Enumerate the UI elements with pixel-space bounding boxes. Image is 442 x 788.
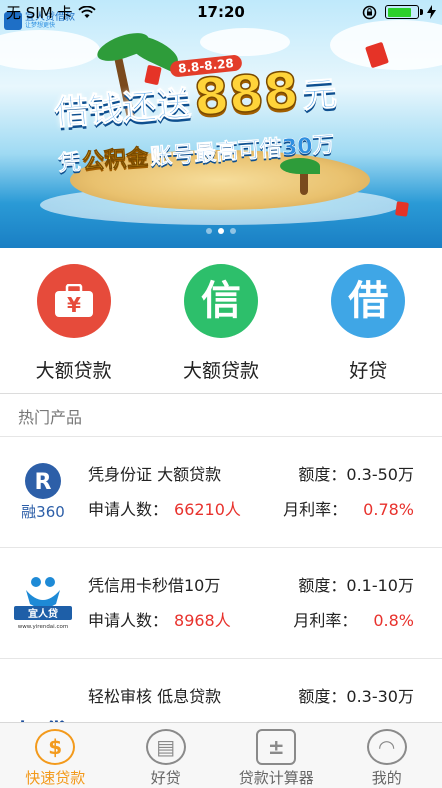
applicant-count: 8968人 (174, 611, 231, 630)
product-quota: 额度：0.1-10万 (298, 576, 414, 595)
quick-entry-label: 大额贷款 (182, 360, 259, 382)
quota-range: 0.1-10万 (346, 576, 414, 595)
product-quota: 额度：0.3-30万 (298, 687, 414, 706)
tab-loan-calculator[interactable]: ± 贷款计算器 (221, 723, 332, 788)
quick-entry-large-loan[interactable]: ¥ 大额贷款 (14, 248, 134, 393)
quota-range: 0.3-30万 (346, 687, 414, 706)
quick-entry-label: 好贷 (349, 360, 388, 382)
charging-bolt-icon (427, 5, 436, 19)
wifi-icon (78, 5, 97, 18)
promo-headline-text: 借钱还送 (53, 84, 192, 134)
product-name: 凭信用卡秒借10万 (88, 576, 221, 595)
product-applicants: 申请人数： 8968人 (88, 611, 231, 630)
red-envelope-decoration (395, 201, 409, 217)
page-dot-active (218, 228, 224, 234)
quick-entry-grid: ¥ 大额贷款 信 大额贷款 借 好贷 (0, 248, 442, 394)
yirendai-logo: 宜人贷 www.yirendai.com (12, 570, 74, 632)
tab-label: 我的 (371, 769, 402, 787)
user-icon: ◠ (366, 729, 407, 765)
promo-banner[interactable]: 宜人贷借款 让梦想更快 8.8-8.28 借钱还送 888 元 凭 公积金 账号… (0, 0, 442, 248)
tab-haodai[interactable]: ▤ 好贷 (111, 723, 222, 788)
monthly-rate: 0.8% (373, 611, 414, 630)
document-icon: ▤ (145, 729, 186, 765)
page-dot (230, 228, 236, 234)
quota-range: 0.3-50万 (346, 465, 414, 484)
quick-entry-haodai[interactable]: 借 好贷 (308, 248, 428, 393)
tab-label: 好贷 (150, 769, 181, 787)
svg-text:R: R (35, 470, 52, 495)
rotation-lock-icon (362, 5, 377, 19)
product-name: 凭身份证 大额贷款 (88, 465, 222, 484)
promo-headline: 借钱还送 888 元 (52, 54, 415, 137)
tab-label: 贷款计算器 (238, 769, 314, 787)
yen-briefcase-icon: ¥ (36, 264, 111, 338)
cloud-decoration (0, 30, 100, 70)
product-rate: 月利率： 0.78% (283, 500, 414, 519)
product-quota: 额度：0.3-50万 (298, 465, 414, 484)
credit-xin-icon: 信 (183, 264, 258, 338)
hot-products-title: 热门产品 (0, 395, 442, 437)
product-row[interactable]: R 融360 凭身份证 大额贷款 申请人数： 66210人 额度：0.3-50万 … (0, 437, 442, 548)
battery-icon (385, 5, 423, 19)
svg-text:www.yirendai.com: www.yirendai.com (18, 624, 68, 630)
svg-text:融360: 融360 (21, 503, 65, 521)
promo-headline-unit: 元 (301, 73, 339, 117)
quick-entry-credit-loan[interactable]: 信 大额贷款 (161, 248, 281, 393)
cloud-decoration (200, 28, 290, 56)
dollar-icon: $ (35, 729, 76, 765)
status-bar: 无 SIM 卡 17:20 (0, 0, 442, 24)
monthly-rate: 0.78% (363, 500, 414, 519)
rong360-logo: R 融360 (12, 459, 74, 521)
borrow-jie-icon: 借 (331, 264, 406, 338)
svg-text:¥: ¥ (67, 293, 81, 317)
bottom-tab-bar: $ 快速贷款 ▤ 好贷 ± 贷款计算器 ◠ 我的 (0, 722, 442, 788)
promo-subline-highlight: 公积金 (81, 145, 150, 175)
product-name: 轻松审核 低息贷款 (88, 687, 222, 706)
tab-quick-loan[interactable]: $ 快速贷款 (0, 723, 111, 788)
calculator-icon: ± (256, 729, 297, 765)
applicant-count: 66210人 (174, 500, 241, 519)
tab-label: 快速贷款 (25, 769, 86, 787)
product-rate: 月利率： 0.8% (293, 611, 414, 630)
page-dot (206, 228, 212, 234)
tab-mine[interactable]: ◠ 我的 (332, 723, 442, 788)
promo-headline-amount: 888 (191, 61, 301, 128)
product-applicants: 申请人数： 66210人 (88, 500, 241, 519)
svg-text:宜人贷: 宜人贷 (28, 607, 58, 620)
carrier-text: 无 SIM 卡 (6, 3, 73, 22)
product-row[interactable]: 宜人贷 www.yirendai.com 凭信用卡秒借10万 申请人数： 8968… (0, 548, 442, 659)
banner-page-indicator (0, 228, 442, 234)
quick-entry-label: 大额贷款 (35, 360, 112, 382)
promo-subline-prefix: 凭 (57, 150, 82, 177)
